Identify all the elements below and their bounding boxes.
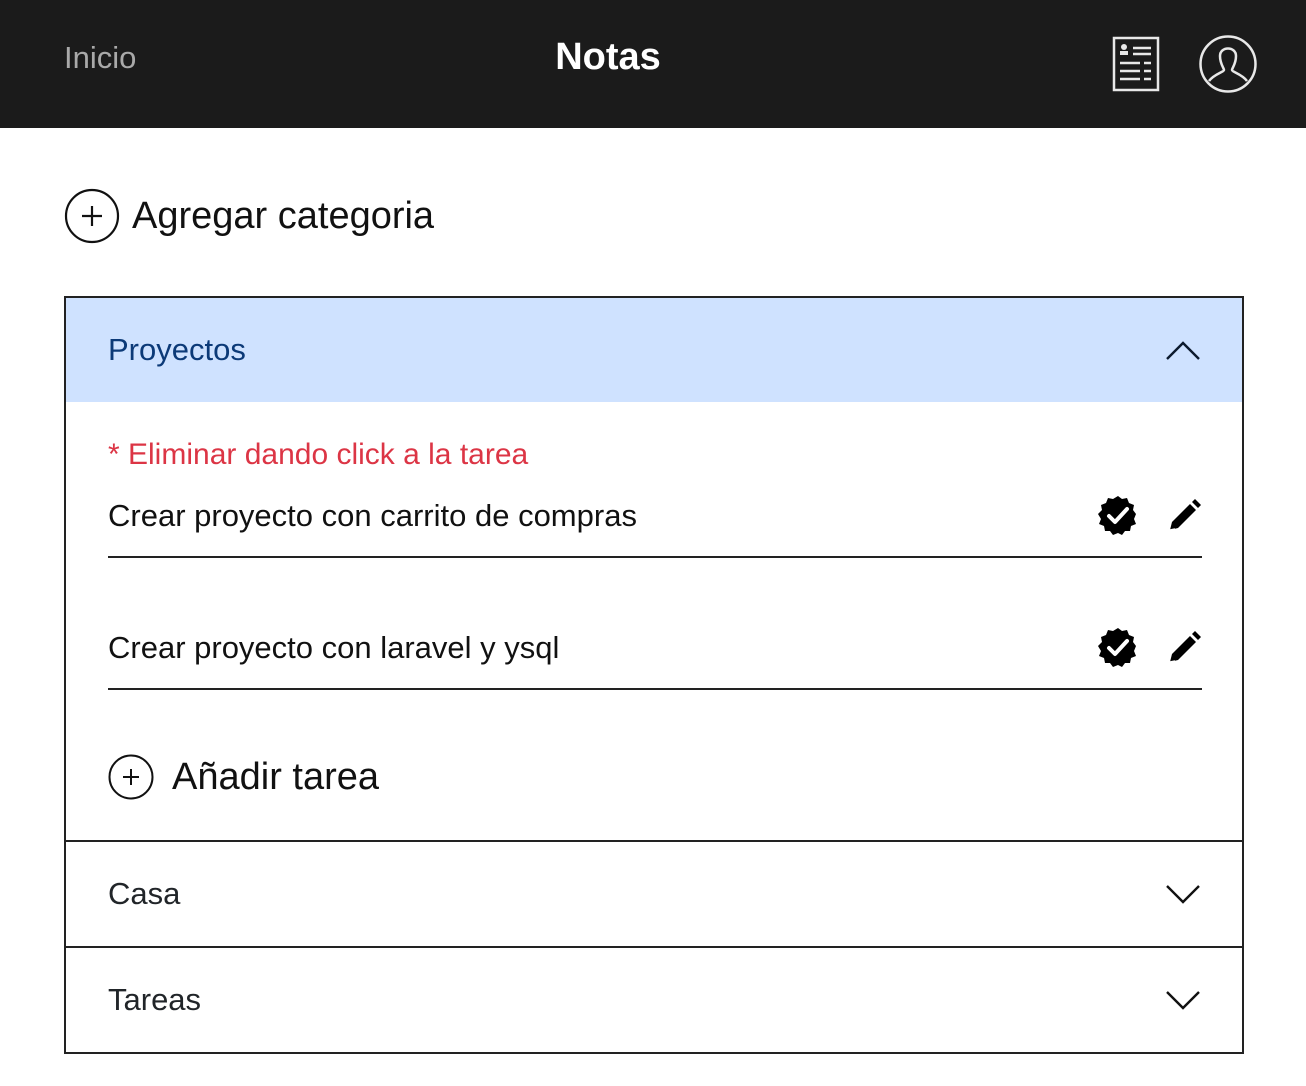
category-body: * Eliminar dando click a la tarea Crear … <box>66 402 1242 840</box>
category-item: Proyectos * Eliminar dando click a la ta… <box>66 298 1242 840</box>
chevron-up-icon <box>1166 341 1200 360</box>
user-profile-icon[interactable] <box>1198 34 1258 94</box>
category-header-casa[interactable]: Casa <box>66 842 1242 946</box>
page-title: Notas <box>555 36 661 78</box>
chevron-down-icon <box>1166 885 1200 904</box>
category-item: Casa <box>66 840 1242 946</box>
add-task-button[interactable]: Añadir tarea <box>108 754 1202 800</box>
category-header-tareas[interactable]: Tareas <box>66 948 1242 1052</box>
add-category-label: Agregar categoria <box>132 194 435 237</box>
add-category-button[interactable]: Agregar categoria <box>64 188 434 244</box>
category-header-proyectos[interactable]: Proyectos <box>66 298 1242 402</box>
chevron-down-icon <box>1166 991 1200 1010</box>
notes-list-icon[interactable] <box>1112 36 1160 92</box>
category-name: Casa <box>108 876 181 911</box>
check-badge-icon[interactable] <box>1096 626 1140 670</box>
plus-circle-icon <box>64 188 120 244</box>
categories-accordion: Proyectos * Eliminar dando click a la ta… <box>64 296 1244 1054</box>
task-row[interactable]: Crear proyecto con carrito de compras <box>108 494 1202 558</box>
check-badge-icon[interactable] <box>1096 494 1140 538</box>
task-text: Crear proyecto con carrito de compras <box>108 498 637 533</box>
plus-circle-icon <box>108 754 154 800</box>
task-row[interactable]: Crear proyecto con laravel y ysql <box>108 626 1202 690</box>
top-navbar: Inicio Notas <box>0 0 1306 128</box>
task-actions <box>1096 494 1202 538</box>
pencil-icon[interactable] <box>1166 630 1202 666</box>
task-actions <box>1096 626 1202 670</box>
add-task-label: Añadir tarea <box>172 755 380 798</box>
pencil-icon[interactable] <box>1166 498 1202 534</box>
delete-hint: * Eliminar dando click a la tarea <box>108 438 529 471</box>
category-name: Tareas <box>108 982 202 1017</box>
category-name: Proyectos <box>108 332 246 367</box>
category-item: Tareas <box>66 946 1242 1052</box>
task-text: Crear proyecto con laravel y ysql <box>108 630 560 665</box>
